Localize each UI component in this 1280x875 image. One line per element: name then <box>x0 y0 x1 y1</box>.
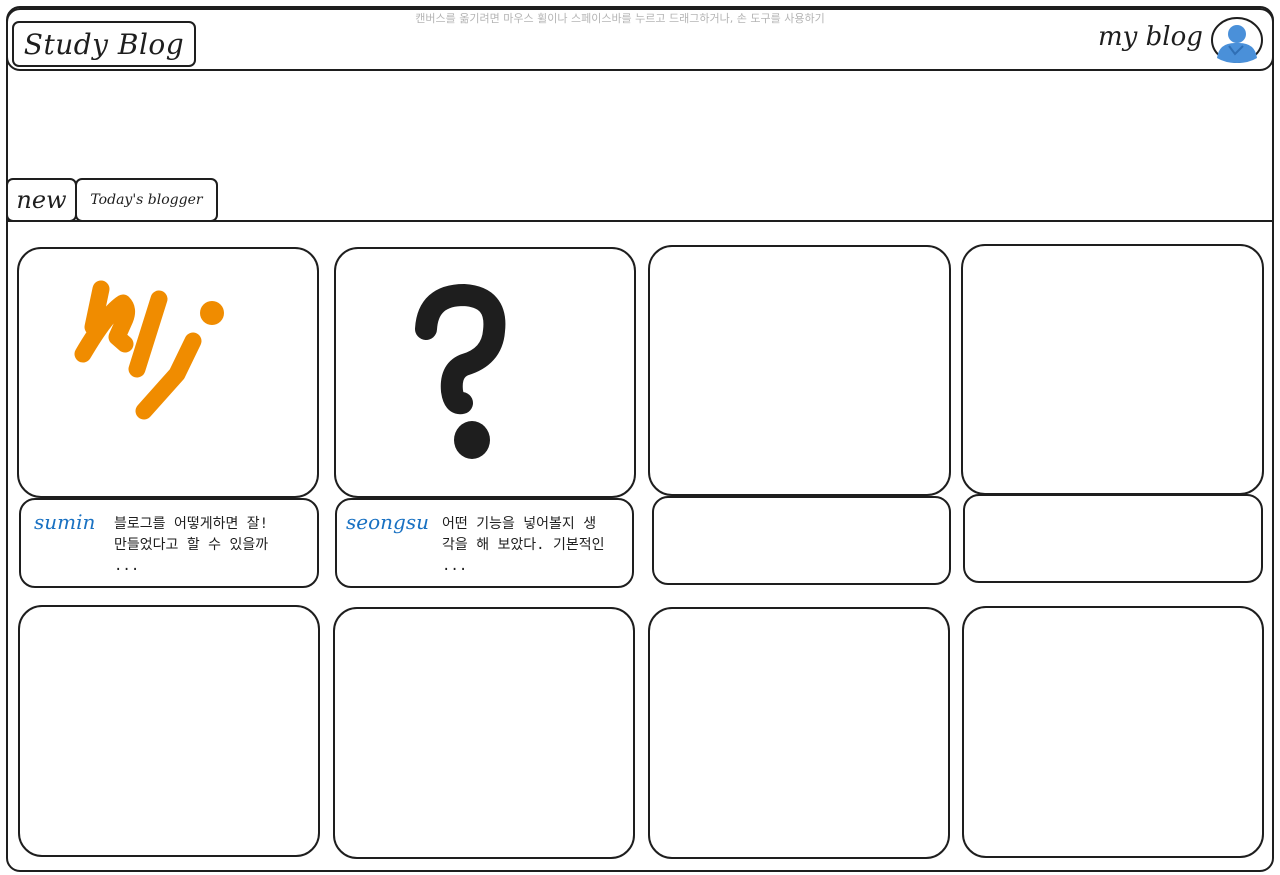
post-excerpt: 어떤 기능을 넣어볼지 생 각을 해 보았다. 기본적인 ... <box>442 514 630 577</box>
my-blog-link[interactable]: my blog <box>1098 22 1203 52</box>
header-divider <box>6 220 1274 222</box>
excerpt-line: 각을 해 보았다. 기본적인 <box>442 537 605 553</box>
post-card-7[interactable] <box>648 607 950 859</box>
excerpt-line: ... <box>442 558 468 574</box>
excerpt-line: 블로그를 어떻게하면 잘! <box>114 516 269 532</box>
site-logo[interactable]: Study Blog <box>12 21 196 67</box>
post-card-6[interactable] <box>333 607 635 859</box>
excerpt-line: ... <box>114 558 140 574</box>
tab-new[interactable]: new <box>6 178 77 222</box>
post-card-5[interactable] <box>18 605 320 857</box>
tab-todays-blogger[interactable]: Today's blogger <box>75 178 218 222</box>
post-caption-4[interactable] <box>963 494 1263 583</box>
excerpt-line: 만들었다고 할 수 있을까 <box>114 537 269 553</box>
excerpt-line: 어떤 기능을 넣어볼지 생 <box>442 516 597 532</box>
sj-initials-drawing <box>74 280 224 420</box>
post-card-8[interactable] <box>962 606 1264 858</box>
user-avatar-icon[interactable] <box>1209 14 1264 64</box>
site-logo-text: Study Blog <box>23 27 185 61</box>
author-name[interactable]: seongsu <box>346 510 429 534</box>
question-mark-icon <box>415 284 506 459</box>
post-card-4[interactable] <box>961 244 1264 495</box>
post-caption-2[interactable]: seongsu 어떤 기능을 넣어볼지 생 각을 해 보았다. 기본적인 ... <box>335 498 634 588</box>
post-excerpt: 블로그를 어떻게하면 잘! 만들었다고 할 수 있을까 ... <box>114 514 300 577</box>
post-caption-3[interactable] <box>652 496 951 585</box>
post-card-3[interactable] <box>648 245 951 496</box>
author-name[interactable]: sumin <box>34 510 95 534</box>
post-card-2[interactable] <box>334 247 636 498</box>
post-card-1[interactable] <box>17 247 319 498</box>
header-bar <box>6 8 1274 71</box>
post-caption-1[interactable]: sumin 블로그를 어떻게하면 잘! 만들었다고 할 수 있을까 ... <box>19 498 319 588</box>
